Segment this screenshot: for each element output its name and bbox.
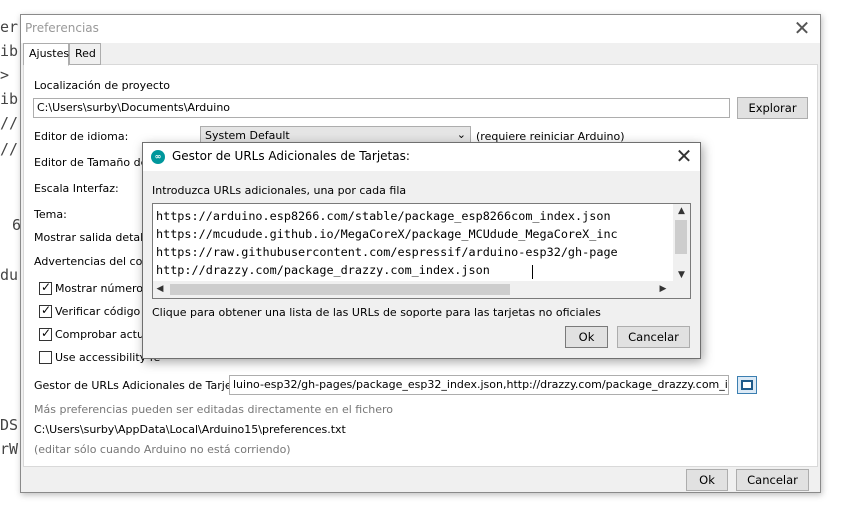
url-line: https://raw.githubusercontent.com/espres… (156, 245, 618, 259)
check-icon: ✓ (41, 326, 52, 340)
tab-red[interactable]: Red (69, 43, 101, 65)
sketchbook-path-field[interactable]: C:\Users\surby\Documents\Arduino (33, 98, 730, 118)
prefs-file-path[interactable]: C:\Users\surby\AppData\Local\Arduino15\p… (34, 423, 346, 436)
board-urls-field[interactable]: luino-esp32/gh-pages/package_esp32_index… (229, 375, 729, 395)
arduino-logo-icon: ∞ (151, 150, 165, 164)
code-fragment: > (0, 66, 10, 84)
urls-label: Gestor de URLs Adicionales de Tarjetas: (34, 379, 253, 392)
scroll-corner (673, 281, 690, 298)
scroll-right-icon[interactable]: ▶ (656, 281, 670, 298)
language-label: Editor de idioma: (34, 130, 129, 143)
preferences-title: Preferencias (25, 21, 99, 35)
sketchbook-label: Localización de proyecto (34, 79, 170, 92)
close-icon[interactable]: ✕ (792, 17, 812, 39)
code-fragment: // (0, 140, 19, 158)
window-icon (741, 380, 753, 390)
code-fragment: // (0, 114, 19, 132)
scroll-up-icon[interactable]: ▲ (673, 204, 690, 218)
url-line: http://drazzy.com/package_drazzy.com_ind… (156, 263, 490, 277)
browse-button[interactable]: Explorar (737, 97, 808, 119)
dialog-title: Gestor de URLs Adicionales de Tarjetas: (172, 149, 410, 163)
tab-ajustes[interactable]: Ajustes (23, 43, 69, 66)
url-line: https://arduino.esp8266.com/stable/packa… (156, 209, 611, 223)
vertical-scrollbar[interactable]: ▲ ▼ (673, 204, 690, 282)
horizontal-scrollbar[interactable]: ◀ ▶ (153, 281, 674, 298)
dialog-cancel-button[interactable]: Cancelar (617, 326, 690, 348)
urls-textarea[interactable]: https://arduino.esp8266.com/stable/packa… (152, 203, 691, 299)
theme-label: Tema: (34, 208, 67, 221)
preferences-titlebar: Preferencias ✕ (21, 15, 820, 43)
check-icon: ✓ (41, 303, 52, 317)
language-value: System Default (205, 129, 290, 142)
scroll-down-icon[interactable]: ▼ (673, 268, 690, 282)
code-fragment: ib (0, 90, 19, 108)
scale-label: Escala Interfaz: (34, 182, 119, 195)
edit-note: (editar sólo cuando Arduino no está corr… (34, 443, 291, 456)
code-fragment: du (0, 266, 19, 284)
code-fragment: er (0, 18, 19, 36)
verify-code-checkbox[interactable]: ✓ (39, 303, 52, 318)
code-fragment: ib (0, 42, 19, 60)
dialog-instruction: Introduzca URLs adicionales, una por cad… (152, 184, 407, 197)
check-icon: ✓ (41, 280, 52, 294)
edit-urls-button[interactable] (737, 376, 757, 394)
board-urls-dialog: ∞ Gestor de URLs Adicionales de Tarjetas… (142, 142, 701, 359)
horizontal-scroll-thumb[interactable] (170, 284, 510, 295)
url-line: https://mcudude.github.io/MegaCoreX/pack… (156, 227, 618, 241)
code-fragment: rW (0, 440, 19, 458)
accessibility-checkbox[interactable] (39, 351, 52, 364)
vertical-scroll-thumb[interactable] (675, 220, 687, 254)
font-size-label: Editor de Tamaño de F (34, 156, 158, 169)
text-cursor (532, 265, 533, 279)
dialog-ok-button[interactable]: Ok (565, 326, 608, 348)
ok-button[interactable]: Ok (686, 469, 728, 491)
more-prefs-text: Más preferencias pueden ser editadas dir… (34, 403, 393, 416)
unofficial-boards-link[interactable]: Clique para obtener una lista de las URL… (152, 306, 601, 319)
dialog-titlebar: ∞ Gestor de URLs Adicionales de Tarjetas… (143, 143, 700, 171)
scroll-left-icon[interactable]: ◀ (153, 281, 167, 298)
line-numbers-checkbox[interactable]: ✓ (39, 280, 52, 295)
background-code-editor: er ib > ib // // 6 du DS rW (0, 0, 22, 512)
chevron-down-icon: ⌄ (456, 128, 466, 141)
check-updates-checkbox[interactable]: ✓ (39, 326, 52, 341)
cancel-button[interactable]: Cancelar (736, 469, 809, 491)
close-icon[interactable]: ✕ (674, 145, 694, 167)
code-fragment: DS (0, 416, 19, 434)
